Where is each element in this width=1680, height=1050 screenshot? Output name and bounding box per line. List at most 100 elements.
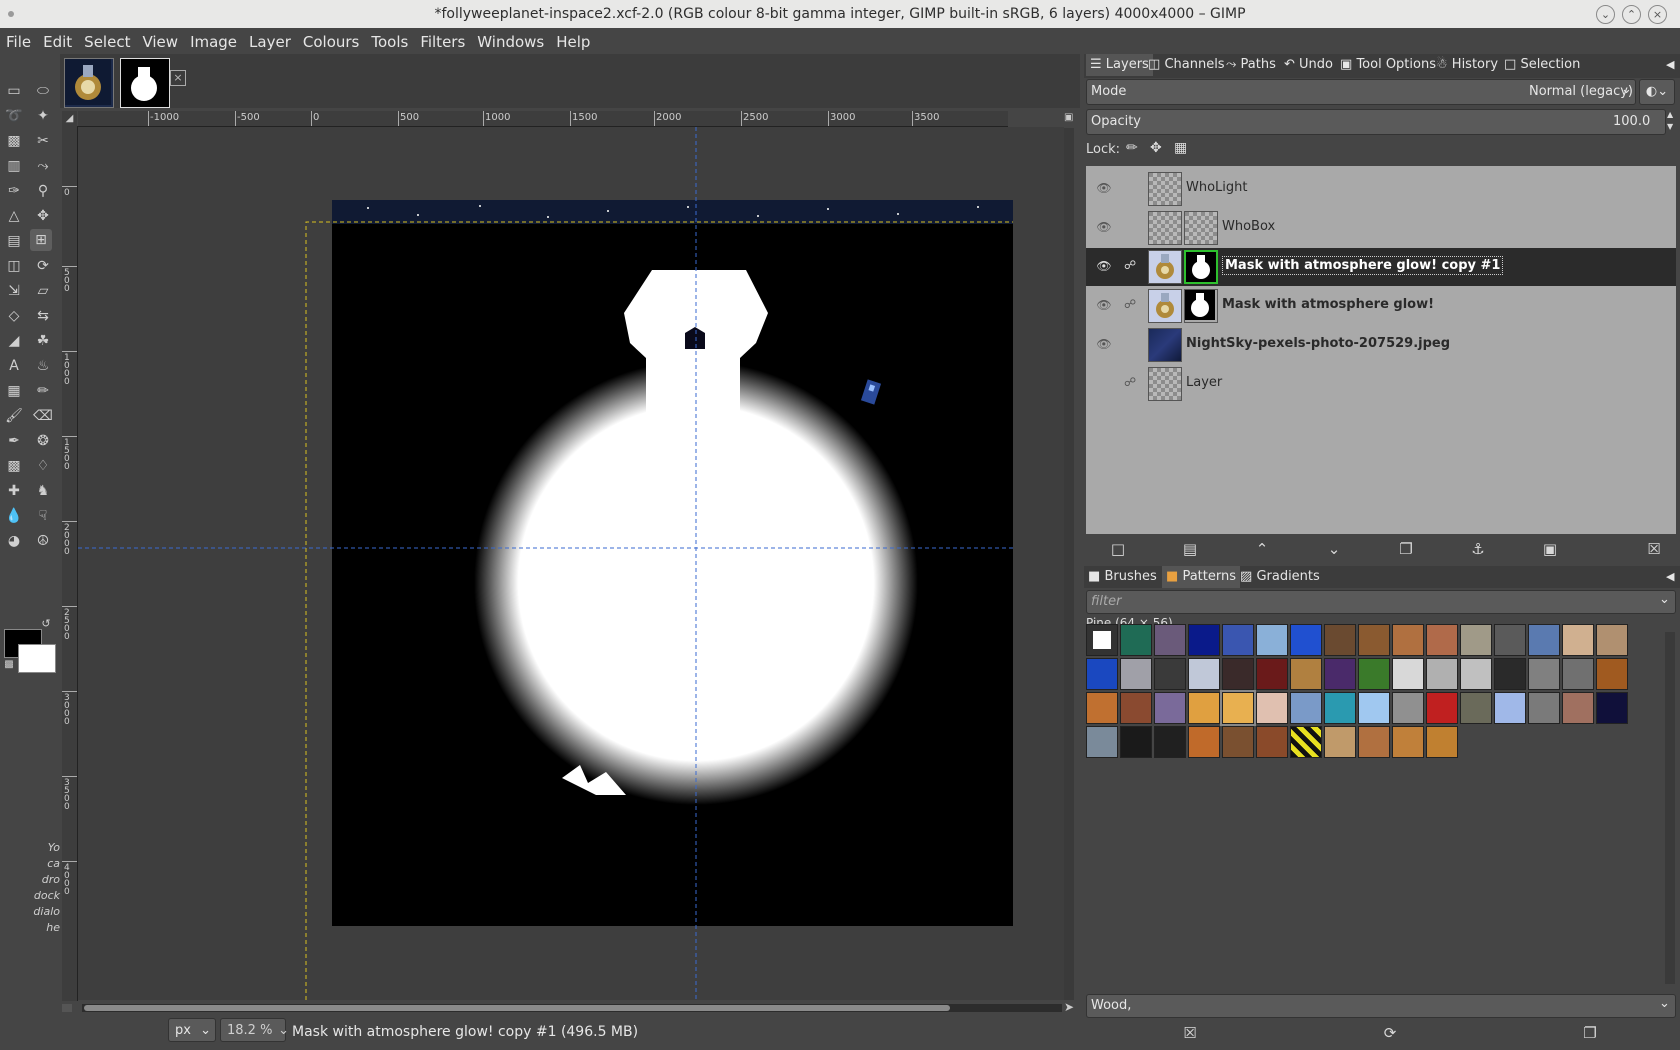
layer-name[interactable]: Mask with atmosphere glow! [1222, 297, 1434, 312]
pattern-swatch[interactable] [1290, 658, 1322, 690]
dock-menu-icon[interactable]: ◀ [1666, 566, 1674, 588]
pattern-swatch[interactable] [1086, 624, 1118, 656]
pattern-swatch[interactable] [1528, 692, 1560, 724]
chain-link-icon[interactable]: ☍ [1124, 375, 1138, 393]
crop-icon[interactable]: ⊞ [30, 229, 52, 251]
tab-brushes[interactable]: ■ Brushes [1088, 566, 1157, 588]
layer-thumbnail[interactable] [1148, 211, 1182, 245]
unified-transform-icon[interactable]: ◫ [3, 255, 25, 277]
pattern-swatch[interactable] [1392, 624, 1424, 656]
delete-pattern-icon[interactable]: ☒ [1178, 1024, 1202, 1046]
pattern-swatch[interactable] [1222, 624, 1254, 656]
minimize-icon[interactable]: ⌄ [1596, 5, 1615, 24]
move-icon[interactable]: ✥ [32, 205, 54, 227]
composite-mode-icon[interactable]: ◐⌄ [1639, 79, 1675, 105]
pattern-swatch[interactable] [1256, 624, 1288, 656]
duplicate-layer-icon[interactable]: ❐ [1394, 540, 1418, 562]
unit-select[interactable]: px ⌄ [168, 1018, 216, 1042]
pattern-swatch[interactable] [1086, 658, 1118, 690]
image-tab-thumbnail[interactable] [64, 58, 114, 108]
pattern-swatch[interactable] [1154, 624, 1186, 656]
color-picker-icon[interactable]: ✑ [3, 180, 25, 202]
pattern-swatch[interactable] [1460, 658, 1492, 690]
layer-thumbnail[interactable] [1148, 289, 1182, 323]
raise-layer-icon[interactable]: ⌃ [1250, 540, 1274, 562]
visibility-eye-icon[interactable]: 👁 [1096, 298, 1112, 314]
mask-thumbnail[interactable] [120, 58, 170, 108]
pattern-swatch[interactable] [1358, 692, 1390, 724]
pattern-swatch[interactable] [1358, 658, 1390, 690]
pattern-swatch[interactable] [1188, 692, 1220, 724]
pattern-swatch[interactable] [1256, 726, 1288, 758]
layer-row[interactable]: 👁 WhoLight [1086, 170, 1676, 208]
scissors-icon[interactable]: ✂ [32, 130, 54, 152]
heal-icon[interactable]: ✚ [3, 480, 25, 502]
path-tool-icon[interactable]: ☮ [32, 530, 54, 552]
pattern-swatch[interactable] [1596, 658, 1628, 690]
blur-icon[interactable]: 💧 [3, 505, 25, 527]
smudge-icon[interactable]: ☟ [32, 505, 54, 527]
pattern-swatch[interactable] [1324, 692, 1356, 724]
open-as-image-icon[interactable]: ❐ [1578, 1024, 1602, 1046]
pattern-swatch[interactable] [1256, 692, 1288, 724]
rotate-icon[interactable]: ⟳ [32, 255, 54, 277]
pattern-swatch[interactable] [1324, 658, 1356, 690]
pattern-swatch[interactable] [1426, 658, 1458, 690]
pattern-swatch[interactable] [1086, 726, 1118, 758]
visibility-eye-icon[interactable]: 👁 [1096, 259, 1112, 275]
tab-channels[interactable]: ◫ Channels [1148, 54, 1225, 76]
tab-tool-options[interactable]: ▣ Tool Options [1340, 54, 1436, 76]
pattern-swatch[interactable] [1494, 624, 1526, 656]
text-icon[interactable]: A [3, 355, 25, 377]
refresh-icon[interactable]: ⟳ [1378, 1024, 1402, 1046]
perspective-clone-icon[interactable]: ♞ [32, 480, 54, 502]
fuzzy-select-icon[interactable]: ✦ [32, 105, 54, 127]
bucket-fill-icon[interactable]: ♨ [32, 355, 54, 377]
layer-name[interactable]: NightSky-pexels-photo-207529.jpeg [1186, 336, 1450, 351]
pattern-swatch[interactable] [1154, 692, 1186, 724]
pattern-swatch[interactable] [1426, 726, 1458, 758]
measure-icon[interactable]: △ [3, 205, 25, 227]
pattern-swatch[interactable] [1358, 624, 1390, 656]
chain-link-icon[interactable]: ☍ [1124, 258, 1138, 276]
pattern-swatch[interactable] [1290, 726, 1322, 758]
rect-select-icon[interactable]: ▭ [3, 80, 25, 102]
pattern-swatch[interactable] [1324, 624, 1356, 656]
new-layer-group-icon[interactable]: ▤ [1178, 540, 1202, 562]
menu-colours[interactable]: Colours [297, 28, 365, 51]
menu-layer[interactable]: Layer [243, 28, 297, 51]
layer-row[interactable]: 👁 WhoBox [1086, 209, 1676, 247]
pattern-swatch[interactable] [1392, 726, 1424, 758]
maximize-icon[interactable]: ⌃ [1622, 5, 1641, 24]
foreground-select-icon[interactable]: ▥ [3, 155, 25, 177]
horizontal-scrollbar[interactable] [82, 1004, 1062, 1012]
pencil-icon[interactable]: ✏ [32, 380, 54, 402]
eraser-icon[interactable]: ⌫ [32, 405, 54, 427]
pattern-swatch[interactable] [1562, 624, 1594, 656]
pattern-swatch[interactable] [1120, 726, 1152, 758]
menu-windows[interactable]: Windows [471, 28, 550, 51]
menu-image[interactable]: Image [184, 28, 243, 51]
pattern-swatch[interactable] [1222, 726, 1254, 758]
pattern-swatch[interactable] [1528, 624, 1560, 656]
lasso-icon[interactable]: ➰ [3, 105, 25, 127]
anchor-layer-icon[interactable]: ⚓ [1466, 540, 1490, 562]
pattern-swatch[interactable] [1290, 692, 1322, 724]
pattern-swatch[interactable] [1154, 726, 1186, 758]
visibility-eye-icon[interactable]: 👁 [1096, 337, 1112, 353]
color-select-icon[interactable]: ▩ [3, 130, 25, 152]
visibility-eye-icon[interactable]: 👁 [1096, 181, 1112, 197]
pattern-swatch[interactable] [1220, 690, 1256, 726]
align-icon[interactable]: ▤ [3, 230, 25, 252]
pattern-swatch[interactable] [1154, 658, 1186, 690]
layer-thumbnail[interactable] [1148, 328, 1182, 362]
cage-transform-icon[interactable]: ◇ [3, 305, 25, 327]
scroll-thumb[interactable] [84, 1005, 950, 1011]
pattern-swatch[interactable] [1426, 692, 1458, 724]
pattern-swatch[interactable] [1188, 624, 1220, 656]
perspective-icon[interactable]: ◢ [3, 330, 25, 352]
canvas-area[interactable] [78, 127, 1064, 1000]
vertical-scrollbar[interactable] [1064, 128, 1074, 1000]
new-layer-icon[interactable]: □ [1106, 540, 1130, 562]
paintbrush-icon[interactable]: 🖌 [3, 405, 25, 427]
